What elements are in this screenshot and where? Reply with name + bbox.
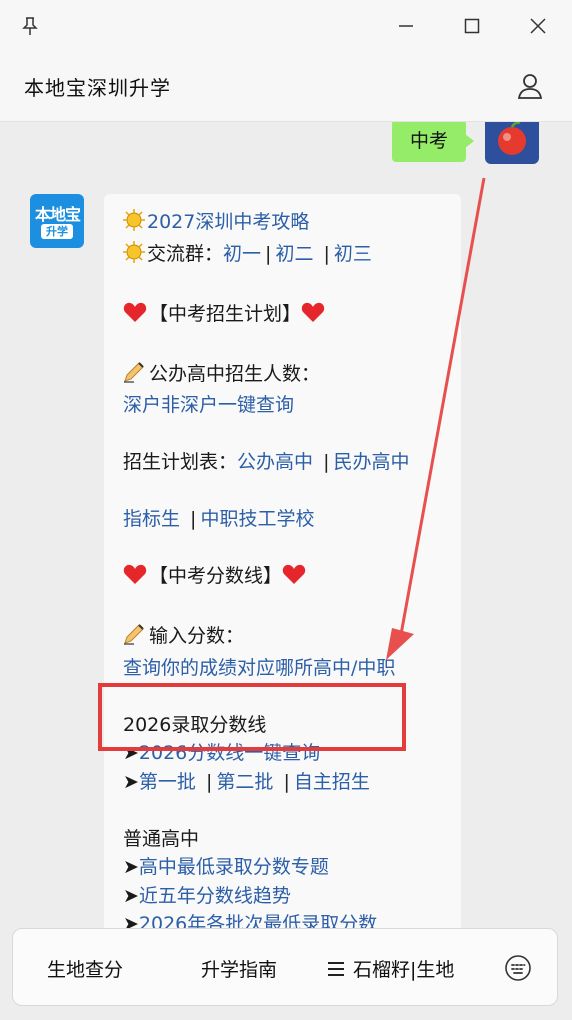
batch-link-second[interactable]: 第二批 <box>216 771 273 793</box>
group-label: 交流群： <box>147 242 224 265</box>
chat-title: 本地宝深圳升学 <box>24 76 171 100</box>
section-title-scores: 【中考分数线】 <box>149 565 283 587</box>
arrow-icon: ➤ <box>123 770 139 793</box>
minimize-icon[interactable] <box>390 10 422 42</box>
general-high-label: 普通高中 <box>123 827 200 850</box>
window-titlebar <box>0 0 572 52</box>
heart-icon <box>123 301 147 332</box>
arrow-icon: ➤ <box>123 742 139 764</box>
heart-icon <box>301 301 325 332</box>
sun-icon <box>123 240 145 272</box>
section-title-plan: 【中考招生计划】 <box>149 302 302 325</box>
person-icon[interactable] <box>514 70 546 102</box>
arrow-icon: ➤ <box>123 884 139 907</box>
user-message-bubble: 中考 <box>391 122 475 162</box>
writing-hand-icon <box>123 361 147 392</box>
pin-icon[interactable] <box>14 10 46 42</box>
menu-item-pomegranate[interactable]: 石榴籽|生地 <box>327 955 454 982</box>
batch-link-independent[interactable]: 自主招生 <box>294 771 370 793</box>
score-query-link[interactable]: 查询你的成绩对应哪所高中/中职 <box>123 657 395 679</box>
maximize-icon[interactable] <box>456 10 488 42</box>
group-link-grade3[interactable]: 初三 <box>334 243 372 265</box>
bot-logo-sub: 升学 <box>41 224 73 239</box>
general-link-min-scores[interactable]: 高中最低录取分数专题 <box>139 856 329 878</box>
bottom-menu-bar: 生地查分 升学指南 石榴籽|生地 <box>12 928 558 1006</box>
batch-link-first[interactable]: 第一批 <box>139 771 196 793</box>
quota-student-link[interactable]: 指标生 <box>123 508 180 530</box>
user-avatar[interactable] <box>485 122 539 164</box>
group-link-grade1[interactable]: 初一 <box>223 243 261 265</box>
lines-2026-label: 2026录取分数线 <box>123 713 267 736</box>
keyboard-icon[interactable] <box>503 953 533 983</box>
guide-link[interactable]: 2027深圳中考攻略 <box>147 211 309 233</box>
heart-icon <box>123 563 147 594</box>
vocational-school-link[interactable]: 中职技工学校 <box>200 508 314 530</box>
bot-logo-main: 本地宝 <box>35 205 81 224</box>
plan-table-label: 招生计划表： <box>123 451 238 473</box>
writing-hand-icon <box>123 623 147 654</box>
sun-icon <box>123 209 145 240</box>
group-link-grade2[interactable]: 初二 <box>275 243 313 265</box>
menu-item-guide[interactable]: 升学指南 <box>201 955 277 982</box>
input-score-label: 输入分数： <box>149 625 245 647</box>
bot-message-bubble: 2027深圳中考攻略 交流群：初一 | 初二 | 初三 【中考招生计划】 公办高中招生… <box>104 194 461 930</box>
menu-item-score[interactable]: 生地查分 <box>47 955 123 982</box>
public-enroll-label: 公办高中招生人数： <box>149 362 321 385</box>
chat-area: 中考 本地宝 升学 2027深圳中考攻略 交流群：初一 | 初二 | 初三 【中考招生… <box>0 122 572 930</box>
plan-link-public[interactable]: 公办高中 <box>237 451 313 473</box>
close-icon[interactable] <box>522 10 554 42</box>
general-link-trend[interactable]: 近五年分数线趋势 <box>139 885 291 907</box>
public-enroll-link[interactable]: 深户非深户一键查询 <box>123 394 294 416</box>
bot-avatar[interactable]: 本地宝 升学 <box>30 194 84 248</box>
heart-icon <box>282 563 306 594</box>
menu-item-pomegranate-label: 石榴籽|生地 <box>353 959 455 981</box>
lines-2026-link[interactable]: 2026分数线一键查询 <box>139 742 320 764</box>
arrow-icon: ➤ <box>123 856 139 878</box>
hamburger-icon <box>327 959 353 981</box>
chat-header: 本地宝深圳升学 <box>0 52 572 122</box>
plan-link-private[interactable]: 民办高中 <box>333 451 409 473</box>
